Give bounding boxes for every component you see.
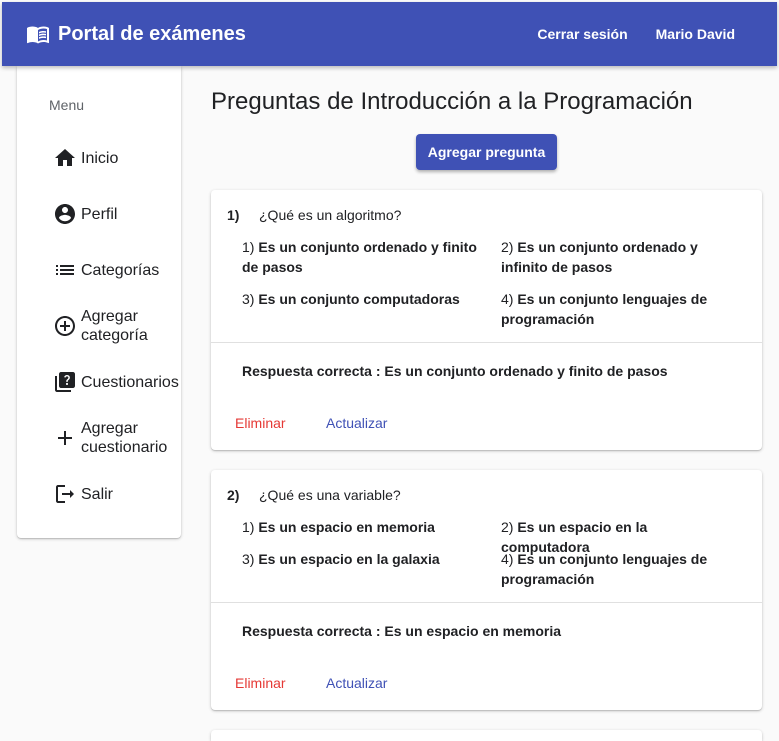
sidebar-item-inicio[interactable]: Inicio bbox=[53, 146, 183, 170]
add-question-button[interactable]: Agregar pregunta bbox=[416, 134, 557, 170]
sidebar: Menu Inicio Perfil Categorías Agregar ca… bbox=[17, 66, 181, 538]
sidebar-item-label: Categorías bbox=[81, 261, 160, 279]
brand[interactable]: Portal de exámenes bbox=[26, 22, 246, 46]
account-circle-icon bbox=[55, 204, 75, 224]
option-4: 4) Es un conjunto lenguajes de programac… bbox=[501, 291, 708, 327]
update-button[interactable]: Actualizar bbox=[326, 675, 387, 691]
sidebar-item-cuestionarios[interactable]: Cuestionarios bbox=[53, 370, 183, 394]
question-card: 1) ¿Qué es un algoritmo? 1) Es un conjun… bbox=[211, 190, 762, 450]
sidebar-item-label: Cuestionarios bbox=[81, 373, 179, 391]
home-icon bbox=[55, 149, 75, 166]
correct-answer: Respuesta correcta : Es un conjunto orde… bbox=[242, 363, 668, 379]
book-icon bbox=[27, 26, 49, 44]
sidebar-item-perfil[interactable]: Perfil bbox=[53, 202, 183, 226]
sidebar-item-salir[interactable]: Salir bbox=[53, 482, 183, 506]
question-card bbox=[211, 730, 762, 741]
quiz-icon bbox=[55, 372, 75, 392]
option-4: 4) Es un conjunto lenguajes de programac… bbox=[501, 551, 708, 587]
option-1: 1) Es un conjunto ordenado y finito de p… bbox=[242, 239, 477, 275]
question-text: ¿Qué es un algoritmo? bbox=[259, 207, 402, 223]
add-icon bbox=[58, 431, 72, 445]
sidebar-item-label: Agregar cuestionario bbox=[81, 420, 168, 456]
logout-icon bbox=[56, 485, 74, 503]
option-3: 3) Es un espacio en la galaxia bbox=[242, 551, 440, 567]
delete-button[interactable]: Eliminar bbox=[235, 415, 286, 431]
question-number: 2) bbox=[227, 487, 240, 503]
list-icon bbox=[56, 265, 74, 275]
option-1: 1) Es un espacio en memoria bbox=[242, 519, 435, 535]
question-card: 2) ¿Qué es una variable? 1) Es un espaci… bbox=[211, 470, 762, 710]
sidebar-item-categorias[interactable]: Categorías bbox=[53, 258, 183, 282]
delete-button[interactable]: Eliminar bbox=[235, 675, 286, 691]
sidebar-item-label: Inicio bbox=[81, 149, 119, 167]
sidebar-item-label: Salir bbox=[81, 485, 114, 503]
user-profile-button[interactable]: Mario David bbox=[642, 26, 749, 42]
option-2: 2) Es un conjunto ordenado y infinito de… bbox=[501, 239, 698, 275]
page-title: Preguntas de Introducción a la Programac… bbox=[211, 88, 693, 115]
brand-title: Portal de exámenes bbox=[58, 22, 246, 45]
question-text: ¿Qué es una variable? bbox=[259, 487, 401, 503]
top-toolbar: Portal de exámenes Cerrar sesión Mario D… bbox=[2, 2, 777, 66]
option-3: 3) Es un conjunto computadoras bbox=[242, 291, 460, 307]
sidebar-item-label: Agregar categoría bbox=[81, 308, 148, 344]
divider bbox=[211, 342, 762, 343]
add-circle-outline-icon bbox=[55, 316, 75, 336]
sidebar-item-label: Perfil bbox=[81, 205, 118, 223]
divider bbox=[211, 602, 762, 603]
sidebar-item-agregar-cuestionario[interactable]: Agregar cuestionario bbox=[53, 419, 183, 457]
correct-answer: Respuesta correcta : Es un espacio en me… bbox=[242, 623, 562, 639]
update-button[interactable]: Actualizar bbox=[326, 415, 387, 431]
question-number: 1) bbox=[227, 207, 240, 223]
logout-button[interactable]: Cerrar sesión bbox=[523, 26, 641, 42]
sidebar-item-agregar-categoria[interactable]: Agregar categoría bbox=[53, 307, 183, 345]
menu-header: Menu bbox=[49, 97, 85, 113]
